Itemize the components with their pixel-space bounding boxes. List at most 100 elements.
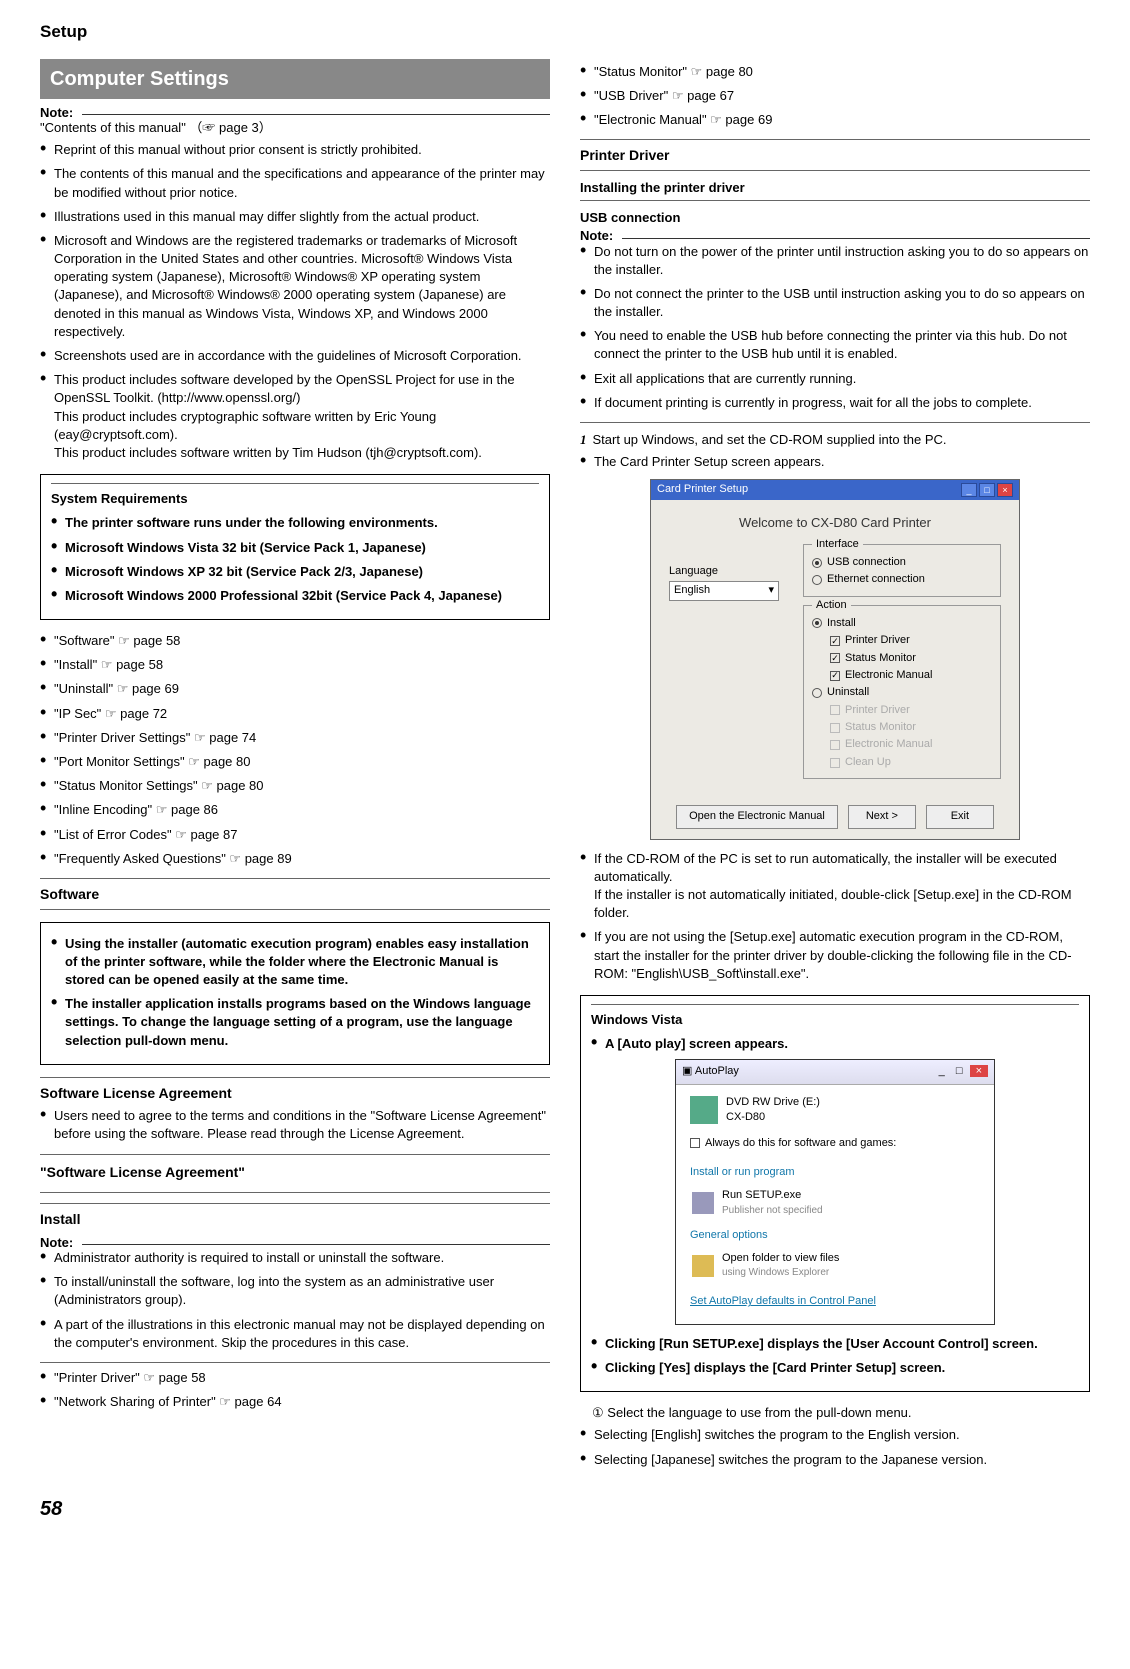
sla-heading: Software License Agreement: [40, 1084, 550, 1104]
close-icon[interactable]: ×: [970, 1065, 988, 1077]
list-item: To install/uninstall the software, log i…: [40, 1273, 550, 1309]
toc-link[interactable]: "List of Error Codes" ☞ page 87: [40, 826, 550, 844]
list-item: Users need to agree to the terms and con…: [40, 1107, 550, 1143]
list-item: Exit all applications that are currently…: [580, 370, 1090, 388]
list-item: Selecting [Japanese] switches the progra…: [580, 1451, 1090, 1469]
set-defaults-link[interactable]: Set AutoPlay defaults in Control Panel: [690, 1294, 980, 1309]
close-icon[interactable]: ×: [997, 483, 1013, 497]
status-monitor-check[interactable]: Status Monitor: [812, 651, 992, 666]
list-item: Microsoft and Windows are the registered…: [40, 232, 550, 341]
list-item: You need to enable the USB hub before co…: [580, 327, 1090, 363]
toc-link[interactable]: "USB Driver" ☞ page 67: [580, 87, 1090, 105]
list-item: Administrator authority is required to i…: [40, 1249, 550, 1267]
un-printer-driver-check: Printer Driver: [812, 703, 992, 718]
setup-exe-icon: [692, 1192, 714, 1214]
toc-links: "Software" ☞ page 58 "Install" ☞ page 58…: [40, 632, 550, 868]
autoplay-screenshot: ▣ AutoPlay _ □ × DVD RW Drive (E:) CX-D8…: [675, 1059, 995, 1325]
maximize-icon[interactable]: □: [952, 1065, 967, 1077]
list-item: If you are not using the [Setup.exe] aut…: [580, 928, 1090, 983]
chevron-down-icon: ▾: [768, 583, 774, 598]
language-label: Language: [669, 564, 789, 579]
run-setup-label: Run SETUP.exe: [722, 1188, 823, 1203]
printer-driver-check[interactable]: Printer Driver: [812, 633, 992, 648]
toc-link[interactable]: "Status Monitor" ☞ page 80: [580, 63, 1090, 81]
maximize-icon[interactable]: □: [979, 483, 995, 497]
exit-button[interactable]: Exit: [926, 805, 994, 828]
manual-notes-list: Reprint of this manual without prior con…: [40, 141, 550, 462]
list-item: The printer software runs under the foll…: [51, 514, 539, 532]
list-item: The contents of this manual and the spec…: [40, 165, 550, 201]
drive-icon: [690, 1096, 718, 1124]
toc-link[interactable]: "Inline Encoding" ☞ page 86: [40, 801, 550, 819]
list-item: Do not turn on the power of the printer …: [580, 243, 1090, 279]
left-column: Computer Settings Note: "Contents of thi…: [40, 59, 550, 1475]
checkbox-icon: [830, 758, 840, 768]
toc-link[interactable]: "Status Monitor Settings" ☞ page 80: [40, 777, 550, 795]
list-item: The Card Printer Setup screen appears.: [580, 453, 1090, 471]
folder-icon: [692, 1255, 714, 1277]
vista-heading: Windows Vista: [591, 1011, 1079, 1029]
always-do-checkbox[interactable]: Always do this for software and games:: [690, 1136, 980, 1151]
autoplay-title: AutoPlay: [695, 1065, 739, 1077]
radio-icon: [812, 558, 822, 568]
software-box: Using the installer (automatic execution…: [40, 922, 550, 1065]
run-setup-item[interactable]: Run SETUP.exe Publisher not specified: [690, 1184, 980, 1221]
window-title: Card Printer Setup: [657, 482, 748, 497]
toc-link[interactable]: "Uninstall" ☞ page 69: [40, 680, 550, 698]
page-header: Setup: [40, 20, 1090, 44]
install-heading: Install: [40, 1210, 550, 1230]
usb-radio[interactable]: USB connection: [812, 555, 992, 570]
printer-driver-heading: Printer Driver: [580, 146, 1090, 166]
checkbox-icon: [830, 740, 840, 750]
language-value: English: [674, 583, 710, 598]
uninstall-radio[interactable]: Uninstall: [812, 685, 992, 700]
next-button[interactable]: Next >: [848, 805, 916, 828]
drive-name: DVD RW Drive (E:): [726, 1095, 820, 1110]
system-requirements-box: System Requirements The printer software…: [40, 474, 550, 620]
interface-legend: Interface: [812, 537, 863, 552]
checkbox-icon: [830, 671, 840, 681]
checkbox-icon: [830, 636, 840, 646]
checkbox-icon: [830, 653, 840, 663]
toc-link[interactable]: "Electronic Manual" ☞ page 69: [580, 111, 1090, 129]
installer-screenshot: Card Printer Setup _ □ × Welcome to CX-D…: [650, 479, 1020, 839]
toc-link[interactable]: "Printer Driver Settings" ☞ page 74: [40, 729, 550, 747]
publisher-label: Publisher not specified: [722, 1204, 823, 1218]
list-item: Clicking [Yes] displays the [Card Printe…: [591, 1359, 1079, 1377]
toc-link[interactable]: "Install" ☞ page 58: [40, 656, 550, 674]
minimize-icon[interactable]: _: [935, 1065, 949, 1077]
un-status-monitor-check: Status Monitor: [812, 720, 992, 735]
electronic-manual-check[interactable]: Electronic Manual: [812, 668, 992, 683]
list-item: The installer application installs progr…: [51, 995, 539, 1050]
install-radio[interactable]: Install: [812, 616, 992, 631]
list-item: Illustrations used in this manual may di…: [40, 208, 550, 226]
list-item: Clicking [Run SETUP.exe] displays the [U…: [591, 1335, 1079, 1353]
action-group: Action Install Printer Driver Status Mon…: [803, 605, 1001, 780]
checkbox-icon: [830, 723, 840, 733]
toc-link[interactable]: "Printer Driver" ☞ page 58: [40, 1369, 550, 1387]
list-item: A [Auto play] screen appears.: [591, 1035, 1079, 1053]
list-item: Using the installer (automatic execution…: [51, 935, 539, 990]
lang-step: ① Select the language to use from the pu…: [580, 1404, 1090, 1422]
toc-link[interactable]: "Frequently Asked Questions" ☞ page 89: [40, 850, 550, 868]
toc-link[interactable]: "Network Sharing of Printer" ☞ page 64: [40, 1393, 550, 1411]
open-manual-button[interactable]: Open the Electronic Manual: [676, 805, 838, 828]
language-select[interactable]: English ▾: [669, 581, 779, 600]
window-title-bar: Card Printer Setup _ □ ×: [651, 480, 1019, 499]
lang-step-text: Select the language to use from the pull…: [607, 1405, 911, 1420]
minimize-icon[interactable]: _: [961, 483, 977, 497]
toc-link[interactable]: "Software" ☞ page 58: [40, 632, 550, 650]
list-item: Microsoft Windows 2000 Professional 32bi…: [51, 587, 539, 605]
checkbox-icon: [690, 1138, 700, 1148]
un-cleanup-check: Clean Up: [812, 755, 992, 770]
using-explorer-label: using Windows Explorer: [722, 1266, 839, 1280]
toc-link[interactable]: "IP Sec" ☞ page 72: [40, 705, 550, 723]
ethernet-radio[interactable]: Ethernet connection: [812, 572, 992, 587]
radio-icon: [812, 688, 822, 698]
drive-label: CX-D80: [726, 1110, 820, 1125]
autoplay-icon: ▣: [682, 1065, 692, 1077]
list-item: Reprint of this manual without prior con…: [40, 141, 550, 159]
toc-link[interactable]: "Port Monitor Settings" ☞ page 80: [40, 753, 550, 771]
open-folder-item[interactable]: Open folder to view files using Windows …: [690, 1247, 980, 1284]
un-electronic-manual-check: Electronic Manual: [812, 737, 992, 752]
